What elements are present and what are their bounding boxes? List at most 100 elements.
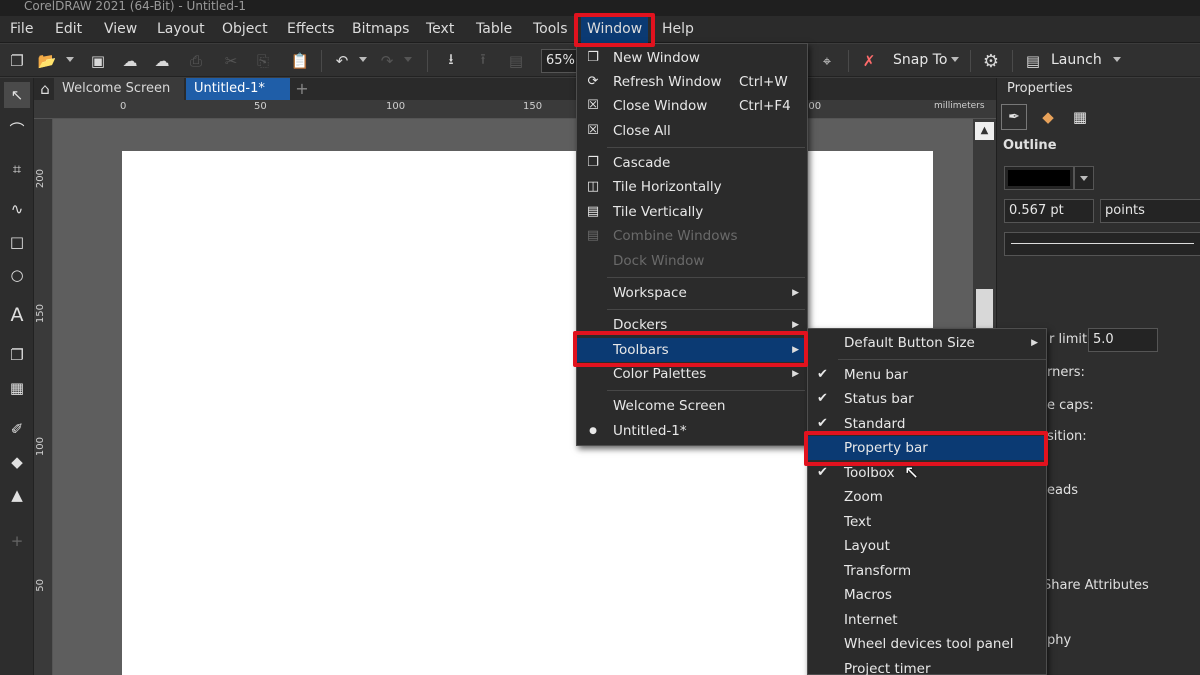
zoom-level-field[interactable]: 65% bbox=[541, 49, 577, 73]
submenu-arrow-icon: ▶ bbox=[1031, 338, 1038, 348]
checkmark-icon: ✔ bbox=[817, 465, 828, 480]
shape-tool-icon[interactable]: ⌒ bbox=[4, 116, 30, 142]
menu-layout[interactable]: Layout bbox=[157, 16, 205, 43]
freehand-tool-icon[interactable]: ∿ bbox=[4, 196, 30, 222]
units-value: points bbox=[1105, 203, 1145, 218]
save-icon[interactable]: ▣ bbox=[87, 50, 109, 72]
refresh-window-icon: ⟳ bbox=[587, 74, 599, 89]
menu-item-tile-horizontally[interactable]: ◫ Tile Horizontally bbox=[577, 175, 807, 199]
add-tool-icon[interactable]: + bbox=[4, 528, 30, 554]
ruler-tick-label: 150 bbox=[523, 101, 543, 112]
tab-untitled-1[interactable]: Untitled-1* bbox=[186, 78, 290, 100]
tab-welcome-screen[interactable]: Welcome Screen bbox=[54, 78, 184, 100]
menu-effects[interactable]: Effects bbox=[287, 16, 335, 43]
submenu-item-internet[interactable]: Internet bbox=[808, 608, 1046, 632]
open-dropdown-icon[interactable] bbox=[66, 57, 74, 62]
eyedropper-tool-icon[interactable]: ✐ bbox=[4, 416, 30, 442]
ellipse-tool-icon[interactable]: ○ bbox=[4, 262, 30, 288]
units-dropdown[interactable]: points bbox=[1100, 199, 1200, 223]
snap-to-dropdown-icon[interactable] bbox=[951, 57, 959, 62]
miter-limit-field[interactable]: 5.0 bbox=[1088, 328, 1158, 352]
text-tool-icon[interactable]: A bbox=[4, 302, 30, 328]
menu-item-new-window[interactable]: ❐ New Window bbox=[577, 46, 807, 70]
undo-icon[interactable]: ↶ bbox=[331, 50, 353, 72]
submenu-item-layout[interactable]: Layout bbox=[808, 534, 1046, 558]
menu-tools[interactable]: Tools bbox=[533, 16, 568, 43]
cut-icon: ✂ bbox=[224, 52, 238, 70]
menu-item-cascade[interactable]: ❐ Cascade bbox=[577, 151, 807, 175]
ruler-tick-label: 0 bbox=[120, 101, 127, 112]
menu-window[interactable]: Window bbox=[581, 16, 649, 43]
new-tab-plus-icon[interactable]: + bbox=[292, 78, 312, 100]
guidelines-icon[interactable]: ⌖ bbox=[816, 50, 838, 72]
undo-dropdown-icon[interactable] bbox=[359, 57, 367, 62]
launch-dropdown-icon[interactable] bbox=[1113, 57, 1121, 62]
menu-separator bbox=[607, 309, 805, 310]
menu-item-workspace[interactable]: Workspace ▶ bbox=[577, 281, 807, 305]
menu-item-welcome-screen[interactable]: Welcome Screen bbox=[577, 394, 807, 418]
cloud-download-icon[interactable]: ☁ bbox=[151, 50, 173, 72]
menu-item-close-window[interactable]: ☒ Close Window Ctrl+F4 bbox=[577, 94, 807, 118]
submenu-item-project-timer[interactable]: Project timer bbox=[808, 657, 1046, 675]
cloud-upload-icon[interactable]: ☁ bbox=[119, 50, 141, 72]
scroll-up-icon[interactable]: ▲ bbox=[975, 122, 994, 140]
submenu-item-transform[interactable]: Transform bbox=[808, 559, 1046, 583]
outline-color-dropdown[interactable] bbox=[1074, 166, 1094, 190]
interactive-fill-tool-icon[interactable]: ◆ bbox=[4, 449, 30, 475]
outline-pen-icon[interactable]: ✒ bbox=[1001, 104, 1027, 130]
rectangle-tool-icon[interactable]: □ bbox=[4, 229, 30, 255]
menu-text[interactable]: Text bbox=[426, 16, 454, 43]
menu-help[interactable]: Help bbox=[662, 16, 694, 43]
submenu-item-zoom[interactable]: Zoom bbox=[808, 485, 1046, 509]
toolbars-submenu: Default Button Size ▶ ✔ Menu bar ✔ Status b… bbox=[807, 328, 1047, 675]
snap-to-button[interactable]: Snap To bbox=[893, 44, 947, 77]
submenu-arrow-icon: ▶ bbox=[792, 345, 799, 355]
submenu-item-property-bar[interactable]: Property bar bbox=[808, 436, 1046, 460]
menu-object[interactable]: Object bbox=[222, 16, 268, 43]
share-attributes-label: Share Attributes bbox=[1043, 578, 1149, 593]
menu-item-dockers[interactable]: Dockers ▶ bbox=[577, 313, 807, 337]
section-outline: Outline bbox=[1003, 138, 1057, 153]
paste-icon[interactable]: 📋 bbox=[289, 50, 311, 72]
menu-edit[interactable]: Edit bbox=[55, 16, 82, 43]
menu-item-tile-vertically[interactable]: ▤ Tile Vertically bbox=[577, 200, 807, 224]
menu-table[interactable]: Table bbox=[476, 16, 512, 43]
drop-shadow-tool-icon[interactable]: ❐ bbox=[4, 342, 30, 368]
menu-item-refresh-window[interactable]: ⟳ Refresh Window Ctrl+W bbox=[577, 70, 807, 94]
launch-button[interactable]: Launch bbox=[1051, 44, 1102, 77]
line-style-picker[interactable] bbox=[1004, 232, 1200, 256]
fill-bucket-icon[interactable]: ◆ bbox=[1035, 104, 1061, 130]
import-icon[interactable]: ⭳ bbox=[440, 50, 462, 72]
transparency-tool-icon[interactable]: ▦ bbox=[4, 375, 30, 401]
crop-tool-icon[interactable]: ⌗ bbox=[4, 156, 30, 182]
menu-item-untitled-1[interactable]: ● Untitled-1* bbox=[577, 419, 807, 443]
transparency-icon[interactable]: ▦ bbox=[1067, 104, 1093, 130]
snap-off-icon[interactable]: ✗ bbox=[858, 50, 880, 72]
menu-item-combine-windows: ▤ Combine Windows bbox=[577, 224, 807, 248]
submenu-item-wheel-devices-tool-panel[interactable]: Wheel devices tool panel bbox=[808, 632, 1046, 656]
launch-icon[interactable]: ▤ bbox=[1022, 50, 1044, 72]
submenu-item-toolbox[interactable]: ✔ Toolbox bbox=[808, 461, 1046, 485]
settings-gear-icon[interactable]: ⚙ bbox=[980, 50, 1002, 72]
open-folder-icon[interactable]: 📂 bbox=[36, 50, 58, 72]
menu-item-color-palettes[interactable]: Color Palettes ▶ bbox=[577, 362, 807, 386]
outline-width-field[interactable]: 0.567 pt bbox=[1004, 199, 1094, 223]
menu-bitmaps[interactable]: Bitmaps bbox=[352, 16, 409, 43]
menu-item-close-all[interactable]: ☒ Close All bbox=[577, 119, 807, 143]
menu-file[interactable]: File bbox=[10, 16, 33, 43]
submenu-item-default-button-size[interactable]: Default Button Size ▶ bbox=[808, 331, 1046, 355]
submenu-item-text[interactable]: Text bbox=[808, 510, 1046, 534]
submenu-item-menu-bar[interactable]: ✔ Menu bar bbox=[808, 363, 1046, 387]
submenu-item-standard[interactable]: ✔ Standard bbox=[808, 412, 1046, 436]
menu-item-toolbars[interactable]: Toolbars ▶ bbox=[577, 338, 807, 362]
smart-fill-tool-icon[interactable]: ▲ bbox=[4, 482, 30, 508]
menu-view[interactable]: View bbox=[104, 16, 137, 43]
vertical-ruler: 200 150 100 50 bbox=[34, 119, 53, 675]
submenu-item-macros[interactable]: Macros bbox=[808, 583, 1046, 607]
new-document-icon[interactable]: ❐ bbox=[6, 50, 28, 72]
pick-tool-icon[interactable]: ↖ bbox=[4, 82, 30, 108]
export-icon: ⭱ bbox=[480, 49, 486, 68]
home-icon[interactable]: ⌂ bbox=[36, 80, 54, 98]
submenu-item-status-bar[interactable]: ✔ Status bar bbox=[808, 387, 1046, 411]
outline-color-picker[interactable] bbox=[1004, 166, 1074, 190]
